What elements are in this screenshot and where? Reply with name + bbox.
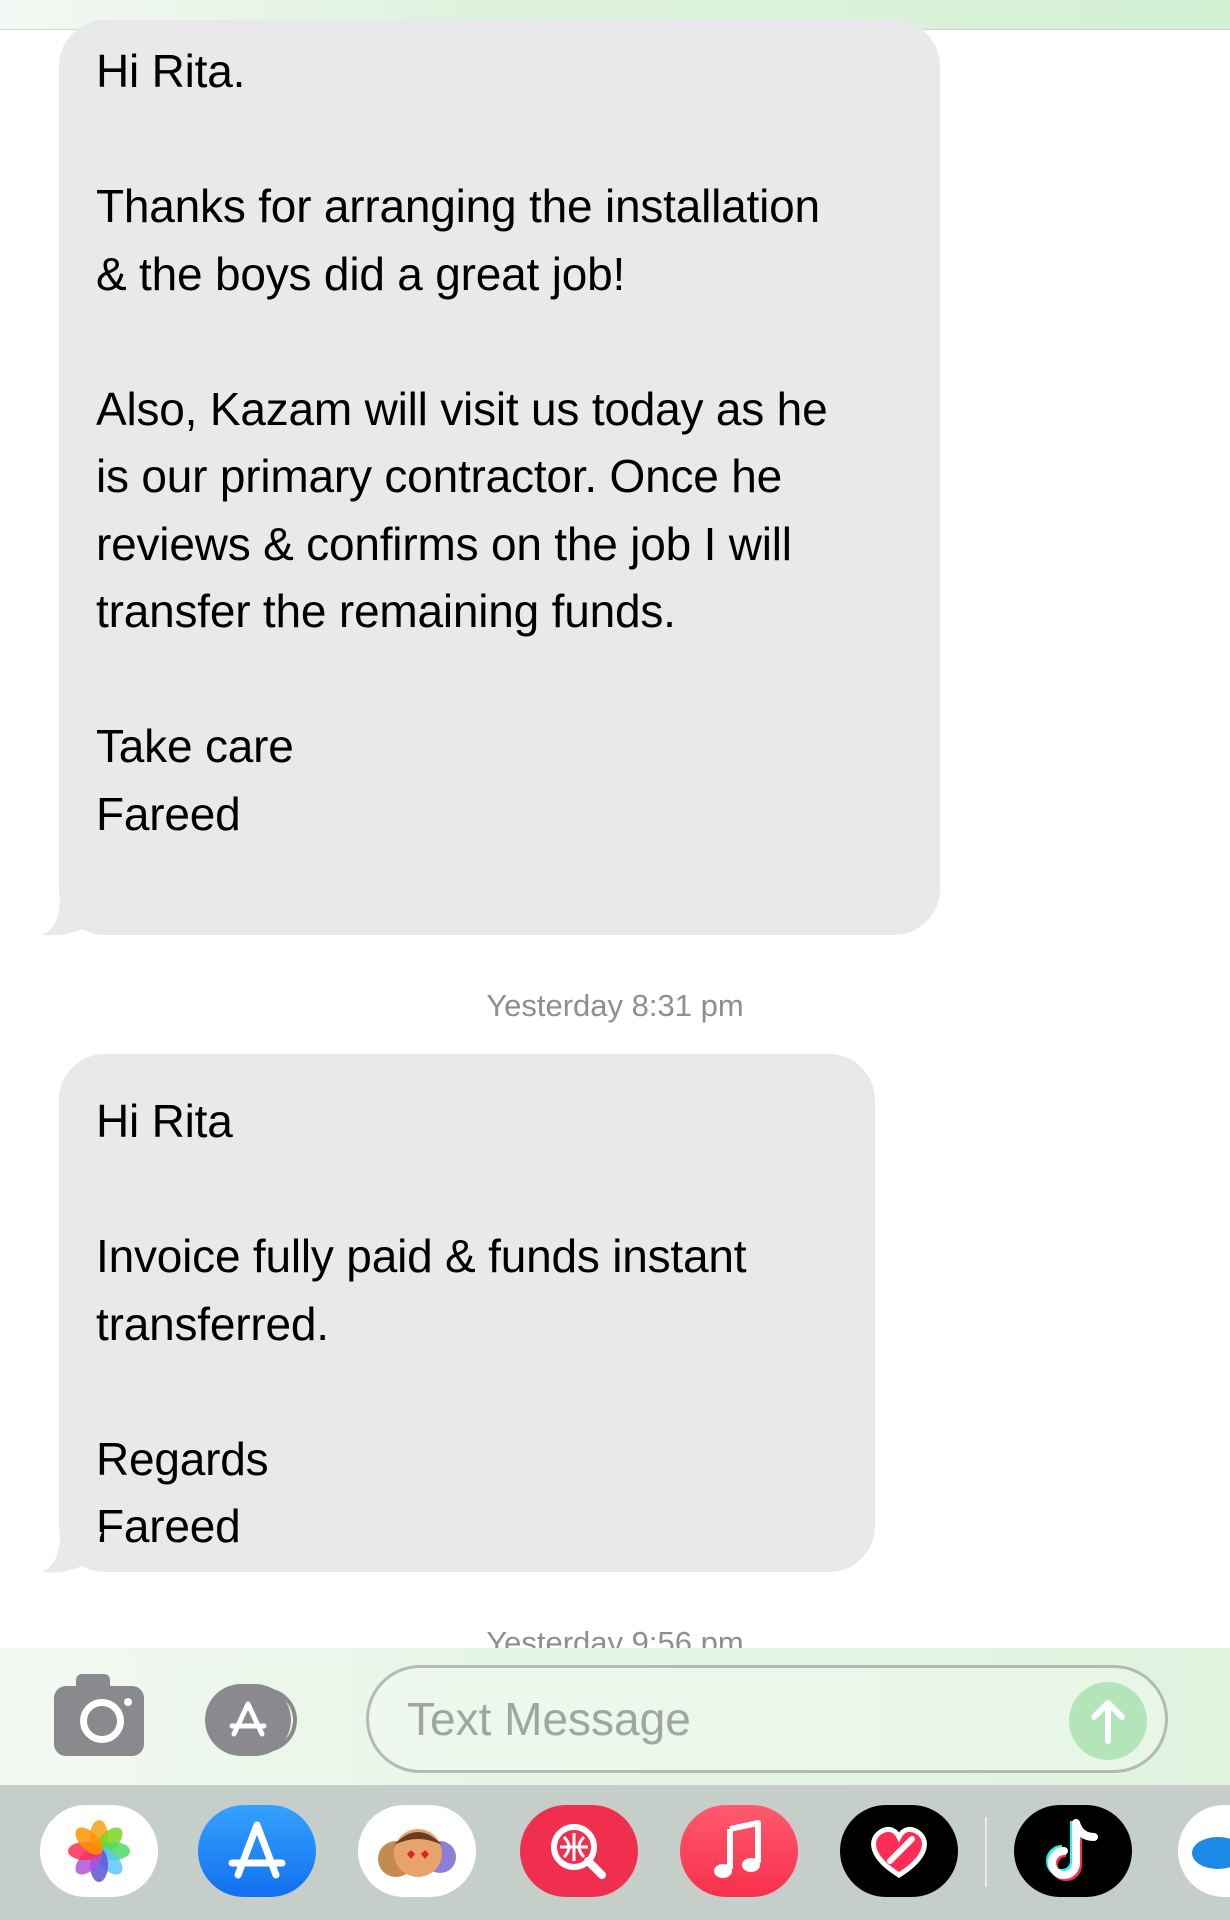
tiktok-app-icon[interactable] <box>1014 1805 1132 1897</box>
message-composer: Text Message <box>0 1648 1230 1785</box>
tiktok-icon <box>1046 1819 1098 1881</box>
cloud-icon <box>1192 1837 1230 1869</box>
message-text-field[interactable]: Text Message <box>366 1665 1168 1773</box>
message-timestamp: Yesterday 8:31 pm <box>486 988 744 1023</box>
app-store-icon <box>229 1701 267 1737</box>
memoji-stickers-icon <box>378 1829 456 1877</box>
web-search-app-icon[interactable] <box>520 1805 638 1897</box>
message-bubble-incoming[interactable]: Hi Rita. Thanks for arranging the instal… <box>59 20 940 935</box>
music-icon <box>714 1820 761 1878</box>
photos-icon <box>68 1820 130 1882</box>
imessage-app-dock <box>0 1785 1230 1920</box>
web-search-icon <box>551 1824 606 1879</box>
app-store-app-icon[interactable] <box>198 1805 316 1897</box>
camera-icon[interactable] <box>54 1674 144 1756</box>
message-text: Hi Rita Invoice fully paid & funds insta… <box>96 1095 747 1552</box>
music-app-icon[interactable] <box>680 1805 798 1897</box>
send-button[interactable] <box>1069 1682 1147 1760</box>
cloud-app-icon[interactable] <box>1178 1805 1230 1897</box>
app-store-icon <box>228 1821 286 1879</box>
bubble-tail <box>42 895 102 936</box>
message-timestamp-partial: Yesterday 9:56 pm <box>486 1625 744 1649</box>
dock-divider <box>985 1817 987 1887</box>
arrow-up-icon <box>1091 1700 1125 1744</box>
digital-touch-icon <box>871 1826 927 1878</box>
memoji-app-icon[interactable] <box>358 1805 476 1897</box>
message-placeholder: Text Message <box>407 1693 691 1745</box>
photos-app-icon[interactable] <box>40 1805 158 1897</box>
message-text: Hi Rita. Thanks for arranging the instal… <box>96 45 828 840</box>
digital-touch-app-icon[interactable] <box>840 1805 958 1897</box>
bubble-tail <box>42 1532 102 1573</box>
message-bubble-incoming[interactable]: Hi Rita Invoice fully paid & funds insta… <box>59 1054 875 1572</box>
app-store-button[interactable] <box>205 1684 301 1756</box>
